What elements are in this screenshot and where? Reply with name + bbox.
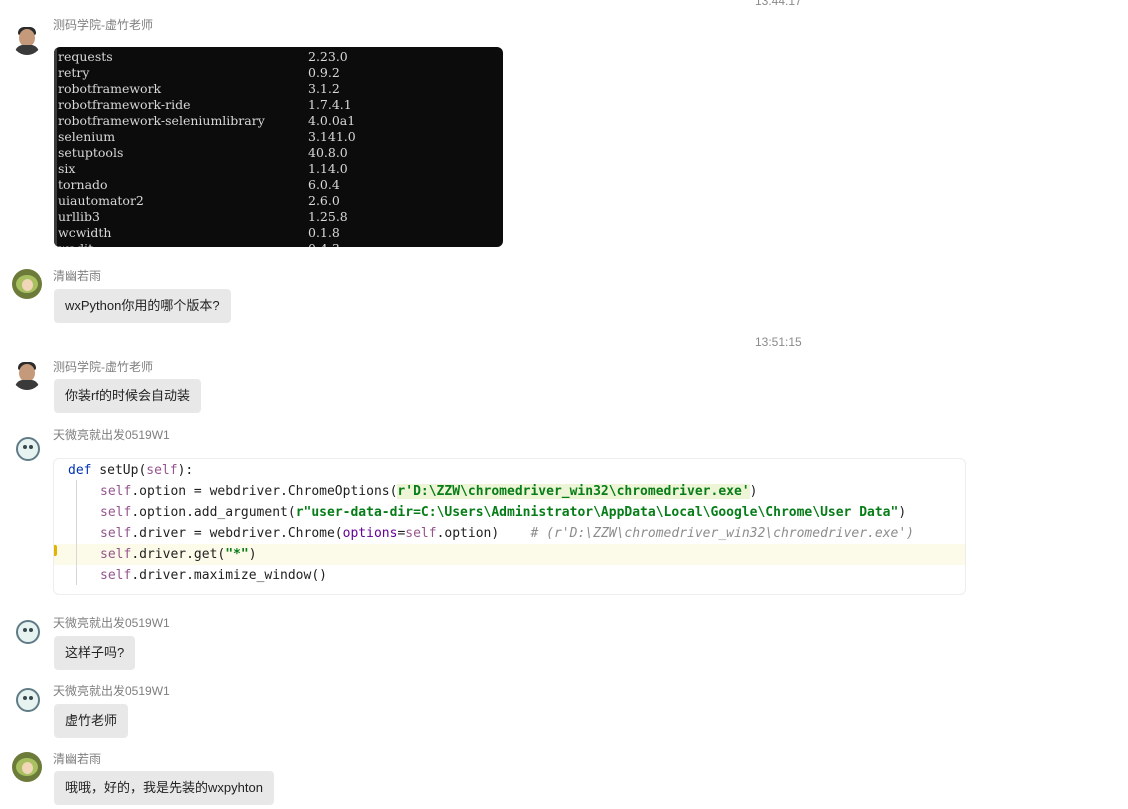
sender-name: 清幽若雨	[53, 269, 102, 283]
package-version: 3.1.2	[308, 81, 340, 96]
code-line: self.option = webdriver.ChromeOptions(r'…	[100, 484, 758, 499]
teacher-avatar[interactable]	[12, 25, 42, 55]
terminal-scrollbar	[54, 47, 57, 247]
package-version: 2.23.0	[308, 49, 348, 64]
package-name: robotframework-ride	[58, 97, 191, 112]
package-name: urllib3	[58, 209, 100, 224]
package-name: robotframework	[58, 81, 162, 96]
terminal-screenshot[interactable]: requests 2.23.0 retry 0.9.2 robotframework 3.…	[54, 47, 503, 247]
bot-avatar[interactable]	[12, 683, 42, 713]
sender-name: 天微亮就出发0519W1	[53, 428, 170, 442]
code-line: self.driver.maximize_window()	[100, 568, 327, 583]
teacher-avatar[interactable]	[12, 360, 42, 390]
sender-name: 天微亮就出发0519W1	[53, 684, 170, 698]
sender-name: 清幽若雨	[53, 752, 102, 766]
girl-avatar[interactable]	[12, 752, 42, 782]
package-version: 3.141.0	[308, 129, 356, 144]
message-bubble[interactable]: 这样子吗?	[54, 636, 136, 670]
package-name: retry	[58, 65, 90, 80]
code-snippet-screenshot[interactable]: def setUp(self): self.option = webdriver…	[53, 458, 966, 595]
code-line: self.option.add_argument(r"user-data-dir…	[100, 505, 907, 520]
timestamp: 13:51:15	[755, 335, 802, 349]
package-version: 2.6.0	[308, 193, 340, 208]
message-bubble[interactable]: 虚竹老师	[54, 704, 129, 738]
package-version: 0.9.2	[308, 65, 340, 80]
bot-avatar[interactable]	[12, 615, 42, 645]
package-version: 40.8.0	[308, 145, 348, 160]
package-version: 4.0.0a1	[308, 113, 356, 128]
message-bubble[interactable]: 哦哦，好的，我是先装的wxpyhton	[54, 771, 274, 805]
sender-name: 天微亮就出发0519W1	[53, 616, 170, 630]
package-name: six	[58, 161, 76, 176]
message-bubble[interactable]: wxPython你用的哪个版本?	[54, 289, 231, 323]
package-name: robotframework-seleniumlibrary	[58, 113, 265, 128]
package-version: 1.14.0	[308, 161, 348, 176]
package-version: 6.0.4	[308, 177, 340, 192]
package-name: tornado	[58, 177, 108, 192]
package-name: requests	[58, 49, 113, 64]
code-line: self.driver = webdriver.Chrome(options=s…	[100, 526, 915, 541]
girl-avatar[interactable]	[12, 269, 42, 299]
package-name: uiautomator2	[58, 193, 144, 208]
package-name: setuptools	[58, 145, 124, 160]
code-line: def setUp(self):	[68, 463, 194, 478]
sender-name: 测码学院-虚竹老师	[53, 18, 153, 32]
package-name: wcwidth	[58, 225, 112, 240]
lightbulb-icon	[54, 545, 57, 556]
package-version: 1.7.4.1	[308, 97, 352, 112]
sender-name: 测码学院-虚竹老师	[53, 360, 153, 374]
code-line-highlighted: self.driver.get("*")	[54, 544, 965, 565]
timestamp: 13:44:17	[755, 0, 802, 8]
package-version: 0.1.8	[308, 225, 340, 240]
package-name: wadit	[58, 241, 93, 247]
package-name: selenium	[58, 129, 116, 144]
bot-avatar[interactable]	[12, 432, 42, 462]
indent-guide	[76, 480, 77, 585]
package-version: 0.4.3	[308, 241, 340, 247]
message-bubble[interactable]: 你装rf的时候会自动装	[54, 379, 201, 413]
package-version: 1.25.8	[308, 209, 348, 224]
